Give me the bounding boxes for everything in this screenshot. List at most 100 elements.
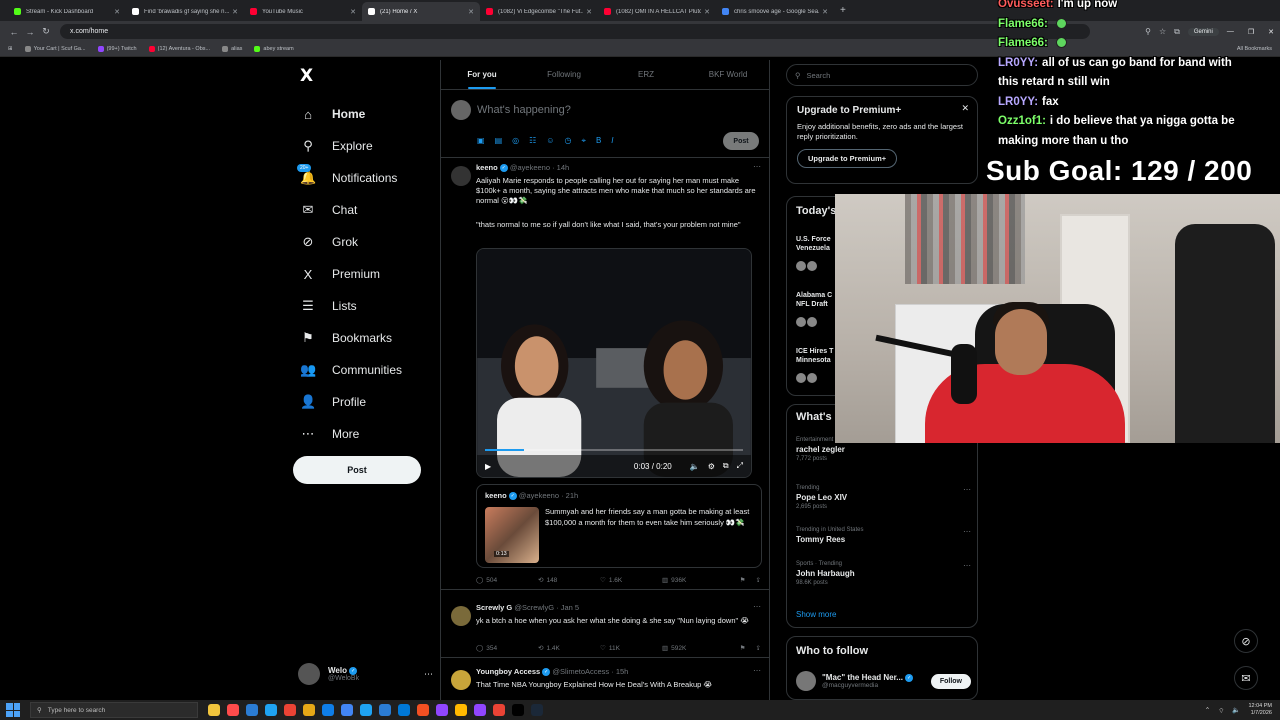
views-button[interactable]: ▥ 592K bbox=[662, 644, 724, 653]
close-tab-icon[interactable]: ✕ bbox=[232, 8, 238, 16]
gif-icon[interactable]: ▤ bbox=[495, 136, 503, 146]
taskbar-app-icon[interactable] bbox=[512, 704, 524, 716]
new-tab-button[interactable]: + bbox=[840, 5, 846, 16]
network-icon[interactable]: ⌔ bbox=[1218, 706, 1224, 715]
video-player[interactable]: ▶ 0:03 / 0:20 🔈 ⚙ ⧉ ⤢ bbox=[476, 248, 752, 478]
sidebar-item-explore[interactable]: ⚲ Explore bbox=[292, 130, 432, 162]
bookmark-item[interactable]: Your Cart | Scuf Ga... bbox=[24, 46, 86, 52]
bookmark-item[interactable]: (12) Aventura - Obs... bbox=[148, 46, 210, 52]
trend-item[interactable]: ⋯ Trending Pope Leo XIV 2,695 posts bbox=[796, 485, 971, 510]
tweet[interactable]: keeno ✓ @ayekeeno · 14h ⋯ Aaliyah Marie … bbox=[441, 158, 769, 590]
tweet-handle[interactable]: @ScrewlyG · Jan 5 bbox=[514, 603, 579, 612]
trend-more-icon[interactable]: ⋯ bbox=[963, 527, 971, 536]
taskbar-app-icon[interactable] bbox=[341, 704, 353, 716]
tweet-handle[interactable]: @SlimetoAccess · 15h bbox=[552, 667, 628, 676]
follow-button[interactable]: Follow bbox=[930, 673, 971, 689]
windows-start-icon[interactable] bbox=[6, 703, 20, 717]
browser-tab[interactable]: (21) Home / X ✕ bbox=[362, 2, 480, 21]
trend-more-icon[interactable]: ⋯ bbox=[963, 561, 971, 570]
reply-button[interactable]: ◯ 354 bbox=[476, 644, 538, 653]
close-tab-icon[interactable]: ✕ bbox=[822, 8, 828, 16]
tweet-more-icon[interactable]: ⋯ bbox=[753, 162, 761, 171]
browser-tab[interactable]: (1082) Vi Edgecombe "The Fut... ✕ bbox=[480, 2, 598, 21]
show-more-link[interactable]: Show more bbox=[796, 610, 836, 619]
browser-tab[interactable]: Stream - Kick Dashboard ✕ bbox=[8, 2, 126, 21]
location-icon[interactable]: ⌖ bbox=[581, 136, 586, 146]
tab-for-you[interactable]: For you bbox=[441, 60, 523, 89]
views-button[interactable]: ▥ 936K bbox=[662, 576, 724, 585]
more-options-icon[interactable]: ⋯ bbox=[424, 669, 433, 680]
tweet-author[interactable]: Screwly G bbox=[476, 603, 512, 612]
taskbar-app-icon[interactable] bbox=[474, 704, 486, 716]
browser-tab[interactable]: YouTube Music ✕ bbox=[244, 2, 362, 21]
repost-button[interactable]: ⟲ 148 bbox=[538, 576, 600, 585]
news-item[interactable]: ICE Hires T Minnesota bbox=[796, 347, 836, 365]
emoji-icon[interactable]: ☺ bbox=[546, 136, 554, 146]
x-logo[interactable]: X bbox=[300, 66, 432, 86]
like-button[interactable]: ♡ 1.6K bbox=[600, 576, 662, 585]
volume-icon[interactable]: 🔈 bbox=[1232, 706, 1240, 714]
like-button[interactable]: ♡ 11K bbox=[600, 644, 662, 653]
trend-item[interactable]: ⋯ Sports · Trending John Harbaugh 98.6K … bbox=[796, 561, 971, 586]
close-tab-icon[interactable]: ✕ bbox=[468, 8, 474, 16]
sidebar-post-button[interactable]: Post bbox=[293, 456, 421, 484]
sidebar-item-home[interactable]: ⌂ Home bbox=[292, 98, 432, 130]
tweet-author[interactable]: Youngboy Access bbox=[476, 667, 540, 676]
browser-tab[interactable]: chris smoove age - Google Sea... ✕ bbox=[716, 2, 834, 21]
account-switcher[interactable]: Welo ✓ @WeloBk ⋯ bbox=[298, 663, 433, 685]
sidebar-item-communities[interactable]: 👥 Communities bbox=[292, 354, 432, 386]
taskbar-app-icon[interactable] bbox=[265, 704, 277, 716]
tab-following[interactable]: Following bbox=[523, 60, 605, 89]
tweet-author[interactable]: keeno bbox=[476, 163, 498, 172]
taskbar-clock[interactable]: 12:04 PM 1/7/2026 bbox=[1248, 703, 1272, 717]
follow-suggestion[interactable]: "Mac" the Head Ner... ✓ @macguyvermedia … bbox=[796, 671, 971, 691]
taskbar-app-icon[interactable] bbox=[360, 704, 372, 716]
search-input[interactable]: ⚲ Search bbox=[786, 64, 978, 86]
address-bar[interactable]: x.com/home bbox=[60, 24, 1090, 39]
taskbar-app-icon[interactable] bbox=[436, 704, 448, 716]
tweet-more-icon[interactable]: ⋯ bbox=[753, 602, 761, 611]
upgrade-premium-button[interactable]: Upgrade to Premium+ bbox=[797, 149, 898, 168]
close-tab-icon[interactable]: ✕ bbox=[586, 8, 592, 16]
avatar[interactable] bbox=[451, 670, 471, 690]
sidebar-item-notifications[interactable]: 🔔 Notifications 20+ bbox=[292, 162, 432, 194]
volume-icon[interactable]: 🔈 bbox=[690, 462, 700, 471]
bookmark-icon[interactable]: ⚑ bbox=[740, 644, 746, 652]
news-item[interactable]: Alabama C NFL Draft bbox=[796, 291, 836, 309]
share-icon[interactable]: ⇪ bbox=[756, 576, 761, 584]
browser-tab[interactable]: Find 'brawadis gf saying she n... ✕ bbox=[126, 2, 244, 21]
video-progress-bar[interactable] bbox=[485, 449, 743, 451]
taskbar-app-icon[interactable] bbox=[227, 704, 239, 716]
bookmark-icon[interactable]: ⚑ bbox=[740, 576, 746, 584]
settings-icon[interactable]: ⚙ bbox=[708, 462, 715, 471]
composer-input[interactable]: What's happening? bbox=[477, 104, 571, 116]
taskbar-app-icon[interactable] bbox=[455, 704, 467, 716]
taskbar-app-icon[interactable] bbox=[493, 704, 505, 716]
bookmark-item[interactable]: abey stream bbox=[254, 46, 294, 52]
reload-icon[interactable]: ↻ bbox=[38, 26, 54, 37]
reply-button[interactable]: ◯ 504 bbox=[476, 576, 538, 585]
bookmark-item[interactable]: alias bbox=[222, 46, 242, 52]
close-tab-icon[interactable]: ✕ bbox=[350, 8, 356, 16]
sidebar-item-lists[interactable]: ☰ Lists bbox=[292, 290, 432, 322]
grok-icon[interactable]: ◎ bbox=[512, 136, 519, 146]
tab-erz[interactable]: ERZ bbox=[605, 60, 687, 89]
tab-bkf-world[interactable]: BKF World bbox=[687, 60, 769, 89]
close-tab-icon[interactable]: ✕ bbox=[114, 8, 120, 16]
tray-chevron-icon[interactable]: ⌃ bbox=[1205, 706, 1210, 714]
sidebar-item-grok[interactable]: ⊘ Grok bbox=[292, 226, 432, 258]
sidebar-item-more[interactable]: ⋯ More bbox=[292, 418, 432, 450]
taskbar-app-icon[interactable] bbox=[398, 704, 410, 716]
back-icon[interactable]: ← bbox=[6, 27, 22, 37]
taskbar-app-icon[interactable] bbox=[208, 704, 220, 716]
avatar[interactable] bbox=[451, 606, 471, 626]
forward-icon[interactable]: → bbox=[22, 27, 38, 37]
apps-grid-icon[interactable]: ⊞ bbox=[8, 46, 13, 52]
news-item[interactable]: U.S. Force Venezuela bbox=[796, 235, 836, 253]
share-icon[interactable]: ⇪ bbox=[756, 644, 761, 652]
italic-icon[interactable]: I bbox=[611, 136, 613, 146]
sidebar-item-premium[interactable]: X Premium bbox=[292, 258, 432, 290]
bold-icon[interactable]: B bbox=[596, 136, 601, 146]
tweet-more-icon[interactable]: ⋯ bbox=[753, 666, 761, 675]
quoted-tweet[interactable]: keeno ✓ @ayekeeno · 21h 0:13 Summyah and… bbox=[476, 484, 762, 568]
